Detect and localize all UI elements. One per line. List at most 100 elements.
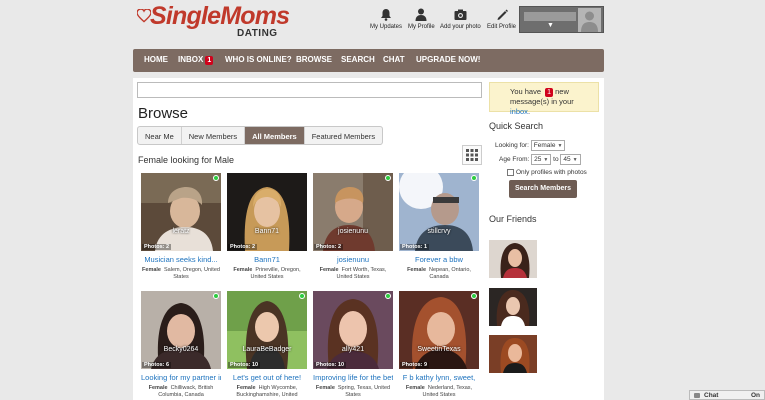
nav-browse[interactable]: BROWSE [296, 55, 332, 64]
member-location: Fort Worth, Texas, United States [336, 267, 387, 280]
age-to-value: 45 [563, 156, 571, 163]
age-to-select[interactable]: 45 ▼ [560, 154, 581, 165]
chat-status[interactable]: On [751, 392, 760, 399]
member-tagline-link[interactable]: Let's get out of here! [227, 373, 307, 382]
member-info: Female Fort Worth, Texas, United States [313, 267, 393, 281]
looking-for-value: Female [533, 142, 556, 149]
photos-only-label: Only profiles with photos [516, 169, 587, 177]
member-info: Female Spring, Texas, United States [313, 385, 393, 399]
online-status-indicator [385, 175, 391, 181]
my-profile-button[interactable]: My Profile [408, 8, 435, 30]
member-card[interactable]: stillcrvy Photos: 1 Forever a bbw Female… [399, 173, 479, 281]
browse-tabs: Near Me New Members All Members Featured… [137, 126, 384, 145]
friend-thumbnail[interactable] [489, 335, 537, 373]
photo-count: Photos: 2 [142, 244, 172, 250]
member-photo[interactable]: stillcrvy Photos: 1 [399, 173, 479, 251]
add-photo-button[interactable]: Add your photo [440, 8, 481, 30]
member-card[interactable]: leratz Photos: 2 Musician seeks kind... … [141, 173, 221, 281]
photo-count: Photos: 10 [314, 362, 347, 368]
member-info: Female High Wycombe, Buckinghamshire, Uni… [227, 385, 307, 399]
tab-all-members[interactable]: All Members [245, 127, 305, 144]
add-photo-label: Add your photo [440, 24, 481, 30]
member-card[interactable]: ally421 Photos: 10 Improving life for th… [313, 291, 393, 399]
nav-home[interactable]: HOME [144, 55, 168, 64]
my-updates-button[interactable]: My Updates [370, 8, 402, 30]
member-gender: Female [319, 267, 339, 273]
age-from-select[interactable]: 25 ▼ [531, 154, 552, 165]
photo-count: Photos: 6 [142, 362, 172, 368]
member-username: leratz [172, 228, 190, 235]
member-username: ally421 [341, 346, 365, 353]
member-tagline-link[interactable]: josienunu [313, 255, 393, 264]
logo-name: SingleMoms [150, 2, 290, 30]
grid-view-button[interactable] [462, 145, 482, 165]
member-info: Female Prineville, Oregon, United States [227, 267, 307, 281]
grid-icon [466, 149, 478, 161]
main-nav: HOME INBOX 1 WHO IS ONLINE? BROWSE SEARCH… [133, 49, 604, 72]
member-card[interactable]: Becky0264 Photos: 6 Looking for my partn… [141, 291, 221, 399]
member-photo[interactable]: ally421 Photos: 10 [313, 291, 393, 369]
username-blurred [524, 12, 576, 21]
member-gender: Female [315, 385, 335, 391]
chat-bar[interactable]: Chat On [689, 390, 765, 400]
photo-count: Photos: 10 [228, 362, 261, 368]
logo-tagline: DATING [237, 28, 278, 39]
dropdown-caret-icon: ▼ [547, 22, 554, 29]
our-friends-title: Our Friends [489, 214, 537, 224]
member-tagline-link[interactable]: F b kathy lynn, sweet, [399, 373, 479, 382]
member-card[interactable]: josienunu Photos: 2 josienunu Female Fort… [313, 173, 393, 281]
member-card[interactable]: LauraBeBadger Photos: 10 Let's get out o… [227, 291, 307, 399]
member-tagline-link[interactable]: Forever a bbw [399, 255, 479, 264]
edit-profile-button[interactable]: Edit Profile [487, 8, 516, 30]
member-card[interactable]: Bann71 Photos: 2 Bann71 Female Prineville… [227, 173, 307, 281]
avatar [578, 8, 601, 32]
online-status-indicator [299, 293, 305, 299]
member-photo[interactable]: SweetinTexas Photos: 9 [399, 291, 479, 369]
nav-inbox[interactable]: INBOX 1 [178, 55, 214, 65]
pencil-icon [497, 9, 508, 20]
friend-thumbnail[interactable] [489, 288, 537, 326]
page-title: Browse [138, 105, 189, 122]
messages-new-label: new [555, 87, 569, 96]
member-tagline-link[interactable]: Musician seeks kind... [141, 255, 221, 264]
member-location: Prineville, Oregon, United States [250, 267, 301, 280]
member-location: Nederland, Texas, United States [422, 385, 473, 398]
tab-near-me[interactable]: Near Me [138, 127, 182, 144]
member-photo[interactable]: leratz Photos: 2 [141, 173, 221, 251]
member-tagline-link[interactable]: Improving life for the better [313, 373, 393, 382]
friend-thumbnail[interactable] [489, 240, 537, 278]
search-input[interactable] [137, 82, 482, 98]
member-photo[interactable]: josienunu Photos: 2 [313, 173, 393, 251]
member-username: SweetinTexas [417, 346, 461, 353]
photos-only-checkbox[interactable] [507, 169, 514, 176]
nav-who-is-online[interactable]: WHO IS ONLINE? [225, 55, 292, 64]
member-tagline-link[interactable]: Bann71 [227, 255, 307, 264]
member-tagline-link[interactable]: Looking for my partner in.. [141, 373, 221, 382]
member-gender: Female [236, 385, 256, 391]
new-messages-notice: You have 1 new message(s) in your inbox. [489, 82, 599, 116]
tab-new-members[interactable]: New Members [182, 127, 246, 144]
member-gender: Female [407, 267, 427, 273]
nav-chat[interactable]: CHAT [383, 55, 405, 64]
member-username: stillcrvy [427, 228, 451, 235]
member-card[interactable]: SweetinTexas Photos: 9 F b kathy lynn, s… [399, 291, 479, 399]
nav-upgrade[interactable]: UPGRADE NOW! [416, 55, 480, 64]
member-gender: Female [233, 267, 253, 273]
looking-for-select[interactable]: Female ▼ [530, 140, 566, 151]
member-info: Female Nepean, Ontario, Canada [399, 267, 479, 281]
chevron-down-icon: ▼ [572, 157, 578, 163]
member-username: LauraBeBadger [242, 346, 292, 353]
member-photo[interactable]: Becky0264 Photos: 6 [141, 291, 221, 369]
inbox-link[interactable]: inbox [510, 107, 528, 116]
age-from-label: Age From: [499, 156, 530, 163]
heart-icon [137, 9, 151, 23]
online-status-indicator [471, 175, 477, 181]
tab-featured-members[interactable]: Featured Members [305, 127, 382, 144]
member-photo[interactable]: LauraBeBadger Photos: 10 [227, 291, 307, 369]
member-info: Female Nederland, Texas, United States [399, 385, 479, 399]
nav-search[interactable]: SEARCH [341, 55, 375, 64]
photo-count: Photos: 1 [400, 244, 430, 250]
search-members-button[interactable]: Search Members [509, 180, 577, 198]
member-photo[interactable]: Bann71 Photos: 2 [227, 173, 307, 251]
user-menu[interactable]: ▼ [519, 6, 604, 33]
